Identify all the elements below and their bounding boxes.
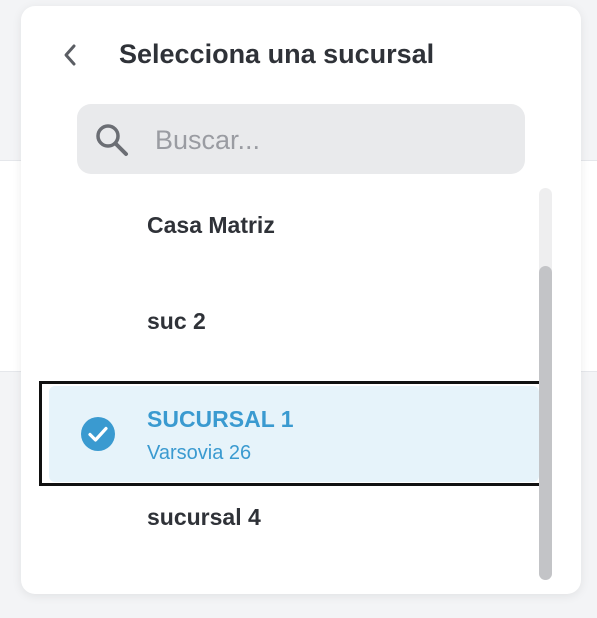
page-title: Selecciona una sucursal (119, 39, 435, 69)
branch-address: Varsovia 26 (147, 442, 252, 464)
scrollbar[interactable] (539, 188, 552, 580)
search-box[interactable] (77, 104, 525, 174)
search-icon (96, 124, 128, 156)
branch-name: SUCURSAL 1 (147, 406, 294, 432)
list-item-suc-2[interactable]: suc 2 (49, 284, 539, 362)
list-item-sucursal-4[interactable]: sucursal 4 (49, 484, 539, 562)
branch-name: suc 2 (147, 308, 206, 334)
branch-name: sucursal 4 (147, 504, 261, 530)
popup-header: Selecciona una sucursal (21, 6, 581, 102)
back-button[interactable] (55, 38, 85, 72)
chevron-left-icon (64, 44, 76, 66)
branch-name: Casa Matriz (147, 212, 275, 238)
list-item-sucursal-1[interactable]: SUCURSAL 1 Varsovia 26 (49, 386, 539, 482)
list-item-casa-matriz[interactable]: Casa Matriz (49, 188, 539, 266)
check-circle-icon (81, 417, 115, 451)
branch-selector-popup: Selecciona una sucursal Casa Matriz suc … (21, 6, 581, 594)
scrollbar-thumb[interactable] (539, 266, 552, 580)
search-input[interactable] (153, 118, 507, 162)
branch-list: Casa Matriz suc 2 SUCURSAL 1 Varsovia 26… (21, 188, 581, 588)
